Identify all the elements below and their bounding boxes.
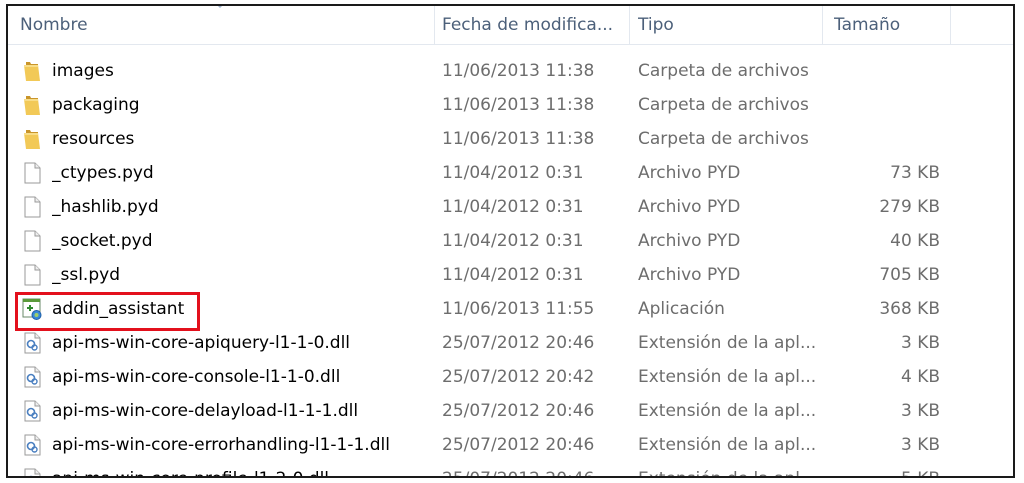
folder-icon <box>20 93 44 117</box>
file-type: Archivo PYD <box>638 163 741 183</box>
file-date: 11/06/2013 11:38 <box>442 61 595 81</box>
file-size <box>828 122 940 156</box>
file-size: 40 KB <box>890 231 940 251</box>
file-row[interactable]: api-ms-win-core-console-l1-1-0.dll 25/07/… <box>8 360 1013 394</box>
file-icon <box>20 195 44 219</box>
dll-icon <box>20 365 44 389</box>
file-row[interactable]: _socket.pyd 11/04/2012 0:31 Archivo PYD 40 … <box>8 224 1013 258</box>
file-type: Extensión de la apl... <box>638 333 817 353</box>
file-row[interactable]: _ctypes.pyd 11/04/2012 0:31 Archivo PYD 73 … <box>8 156 1013 190</box>
file-size: 3 KB <box>900 401 940 421</box>
file-type: Archivo PYD <box>638 231 741 251</box>
column-header-size[interactable]: Tamaño <box>834 6 944 44</box>
file-date: 25/07/2012 20:46 <box>442 435 595 455</box>
file-name: resources <box>52 129 135 149</box>
column-divider[interactable] <box>629 6 630 44</box>
column-header-bar: Nombre Fecha de modifica... Tipo Tamaño <box>8 6 1013 45</box>
file-size <box>828 54 940 88</box>
file-name: _hashlib.pyd <box>52 197 159 217</box>
file-size: 73 KB <box>890 163 940 183</box>
file-type: Aplicación <box>638 299 725 319</box>
file-list: images 11/06/2013 11:38 Carpeta de archivo… <box>8 54 1013 476</box>
file-type: Carpeta de archivos <box>638 95 809 115</box>
file-name: api-ms-win-core-delayload-l1-1-1.dll <box>52 401 359 421</box>
file-date: 11/04/2012 0:31 <box>442 265 584 285</box>
file-type: Extensión de la apl... <box>638 462 823 476</box>
dll-icon <box>20 331 44 355</box>
file-row[interactable]: api-ms-win-core-apiquery-l1-1-0.dll 25/07… <box>8 326 1013 360</box>
file-size: 3 KB <box>900 435 940 455</box>
file-type: Extensión de la apl... <box>638 367 817 387</box>
file-row[interactable]: _hashlib.pyd 11/04/2012 0:31 Archivo PYD 27… <box>8 190 1013 224</box>
file-date: 11/04/2012 0:31 <box>442 231 584 251</box>
file-size <box>828 88 940 122</box>
file-row[interactable]: resources 11/06/2013 11:38 Carpeta de arch… <box>8 122 1013 156</box>
file-date: 11/06/2013 11:38 <box>442 129 595 149</box>
file-type: Archivo PYD <box>638 265 741 285</box>
file-size: 279 KB <box>879 197 940 217</box>
file-type: Carpeta de archivos <box>638 61 809 81</box>
file-icon <box>20 229 44 253</box>
file-date: 11/06/2013 11:38 <box>442 95 595 115</box>
file-date: 25/07/2012 20:46 <box>442 462 627 476</box>
file-row[interactable]: api-ms-win-core-errorhandling-l1-1-1.dll… <box>8 428 1013 462</box>
file-icon <box>20 263 44 287</box>
file-name: images <box>52 61 114 81</box>
column-divider[interactable] <box>434 6 435 44</box>
file-date: 25/07/2012 20:46 <box>442 333 595 353</box>
file-name: _ssl.pyd <box>52 265 120 285</box>
highlight-box <box>15 292 200 331</box>
dll-icon <box>20 399 44 423</box>
file-name: _ctypes.pyd <box>52 163 154 183</box>
column-divider[interactable] <box>822 6 823 44</box>
file-list-window: Nombre Fecha de modifica... Tipo Tamaño … <box>6 4 1015 478</box>
file-name: api-ms-win-core-errorhandling-l1-1-1.dll <box>52 435 390 455</box>
file-row[interactable]: _ssl.pyd 11/04/2012 0:31 Archivo PYD 705 KB <box>8 258 1013 292</box>
dll-icon <box>20 433 44 457</box>
folder-icon <box>20 59 44 83</box>
file-name: api-ms-win-core-console-l1-1-0.dll <box>52 367 341 387</box>
file-row[interactable]: images 11/06/2013 11:38 Carpeta de archivo… <box>8 54 1013 88</box>
dll-icon <box>20 467 44 476</box>
file-size: 705 KB <box>879 265 940 285</box>
file-date: 11/04/2012 0:31 <box>442 197 584 217</box>
file-size: 4 KB <box>900 367 940 387</box>
file-name: api-ms-win-core-apiquery-l1-1-0.dll <box>52 333 351 353</box>
file-row[interactable]: api-ms-win-core-profile-l1-2-0.dll 25/07/… <box>8 462 1013 476</box>
file-date: 11/06/2013 11:55 <box>442 299 595 319</box>
file-size: 3 KB <box>900 333 940 353</box>
file-type: Carpeta de archivos <box>638 129 809 149</box>
file-row[interactable]: api-ms-win-core-delayload-l1-1-1.dll 25/0… <box>8 394 1013 428</box>
file-name: api-ms-win-core-profile-l1-2-0.dll <box>52 462 432 476</box>
file-row[interactable]: packaging 11/06/2013 11:38 Carpeta de arch… <box>8 88 1013 122</box>
column-header-date[interactable]: Fecha de modifica... <box>442 6 626 44</box>
file-name: packaging <box>52 95 140 115</box>
file-date: 11/04/2012 0:31 <box>442 163 584 183</box>
file-size: 5 KB <box>828 462 940 476</box>
column-header-type[interactable]: Tipo <box>638 6 818 44</box>
file-date: 25/07/2012 20:42 <box>442 367 595 387</box>
column-divider[interactable] <box>950 6 951 44</box>
file-size: 368 KB <box>879 299 940 319</box>
column-header-name[interactable]: Nombre <box>20 6 430 44</box>
file-icon <box>20 161 44 185</box>
folder-icon <box>20 127 44 151</box>
file-type: Archivo PYD <box>638 197 741 217</box>
file-name: _socket.pyd <box>52 231 153 251</box>
file-date: 25/07/2012 20:46 <box>442 401 595 421</box>
file-type: Extensión de la apl... <box>638 401 817 421</box>
file-type: Extensión de la apl... <box>638 435 817 455</box>
